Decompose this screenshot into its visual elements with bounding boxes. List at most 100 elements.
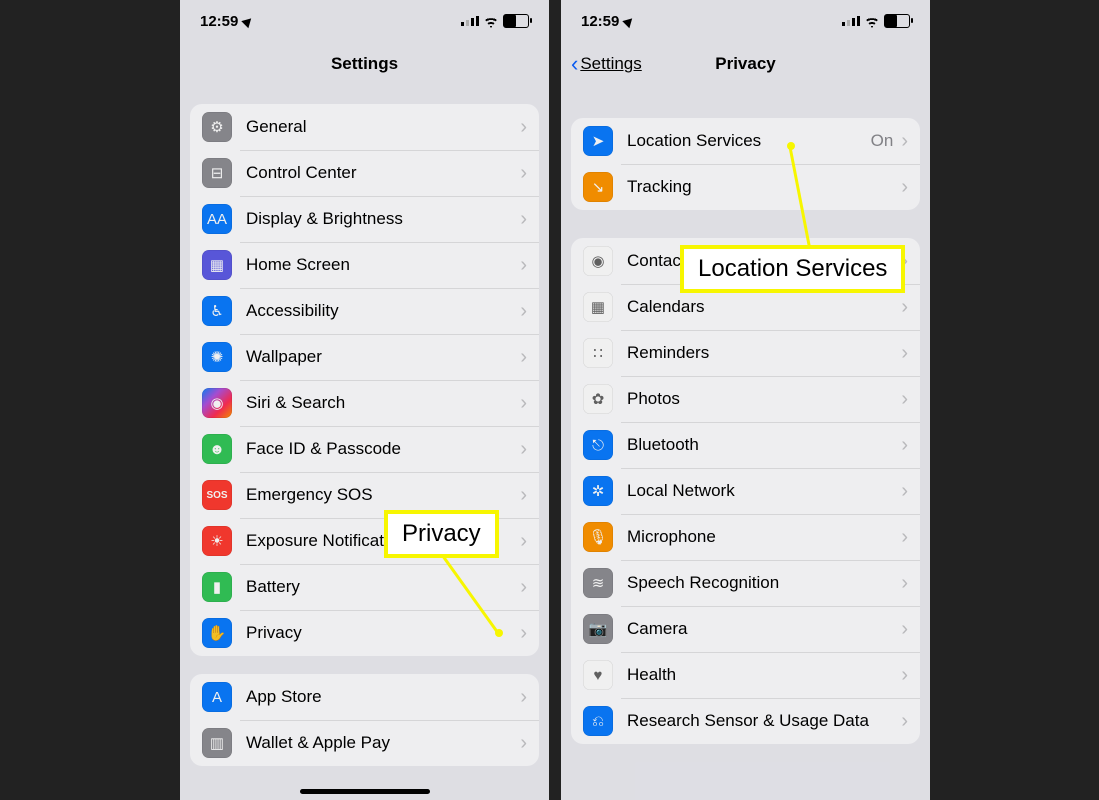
settings-row[interactable]: ♿︎ Accessibility› xyxy=(190,288,539,334)
status-time: 12:59 xyxy=(200,13,238,30)
contacts-icon: ◉ xyxy=(583,246,613,276)
app-store-icon: A xyxy=(202,682,232,712)
cellular-icon xyxy=(461,16,479,26)
battery-icon: ▮ xyxy=(202,572,232,602)
settings-row[interactable]: ➤Location ServicesOn› xyxy=(571,118,920,164)
chevron-right-icon: › xyxy=(520,162,527,185)
row-label: Wallpaper xyxy=(246,347,520,367)
row-label: Home Screen xyxy=(246,255,520,275)
settings-row[interactable]: ⚙︎General› xyxy=(190,104,539,150)
tracking-icon: ↘︎ xyxy=(583,172,613,202)
chevron-right-icon: › xyxy=(520,254,527,277)
control-center-icon: ⊟ xyxy=(202,158,232,188)
reminders-icon: ∷ xyxy=(583,338,613,368)
chevron-right-icon: › xyxy=(901,618,908,641)
settings-row[interactable]: ⎌ Research Sensor & Usage Data› xyxy=(571,698,920,744)
row-label: Reminders xyxy=(627,343,901,363)
chevron-right-icon: › xyxy=(520,484,527,507)
row-label: Research Sensor & Usage Data xyxy=(627,711,901,731)
microphone-icon: 🎙 xyxy=(583,522,613,552)
photos-icon: ✿ xyxy=(583,384,613,414)
row-label: Bluetooth xyxy=(627,435,901,455)
chevron-right-icon: › xyxy=(901,296,908,319)
location-indicator-icon xyxy=(623,14,636,27)
row-label: Accessibility xyxy=(246,301,520,321)
settings-row[interactable]: ☻Face ID & Passcode› xyxy=(190,426,539,472)
settings-row[interactable]: ✿Photos› xyxy=(571,376,920,422)
bluetooth-icon: ⎋ xyxy=(583,430,613,460)
settings-row[interactable]: ◉ Siri & Search› xyxy=(190,380,539,426)
settings-row[interactable]: ▥Wallet & Apple Pay› xyxy=(190,720,539,766)
settings-row[interactable]: ▦Home Screen› xyxy=(190,242,539,288)
settings-row[interactable]: ⊟Control Center› xyxy=(190,150,539,196)
chevron-right-icon: › xyxy=(901,388,908,411)
chevron-right-icon: › xyxy=(520,622,527,645)
settings-row[interactable]: 📷 Camera› xyxy=(571,606,920,652)
privacy-icon: ✋ xyxy=(202,618,232,648)
settings-row[interactable]: ♥︎Health› xyxy=(571,652,920,698)
battery-icon xyxy=(503,14,529,28)
speech-recognition-icon: ≋ xyxy=(583,568,613,598)
phone-settings: 12:59 Settings ⚙︎General›⊟Control Center… xyxy=(180,0,549,800)
chevron-right-icon: › xyxy=(520,116,527,139)
row-label: Display & Brightness xyxy=(246,209,520,229)
annotation-privacy: Privacy xyxy=(384,510,499,558)
back-button[interactable]: ‹ Settings xyxy=(571,53,642,75)
annotation-dot xyxy=(787,142,795,150)
camera-icon: 📷 xyxy=(583,614,613,644)
status-bar: 12:59 xyxy=(561,0,930,42)
chevron-right-icon: › xyxy=(901,176,908,199)
chevron-right-icon: › xyxy=(901,572,908,595)
chevron-right-icon: › xyxy=(901,710,908,733)
settings-row[interactable]: ⎋ Bluetooth› xyxy=(571,422,920,468)
row-label: Battery xyxy=(246,577,520,597)
settings-group-1: ⚙︎General›⊟Control Center› AA Display & Br… xyxy=(190,104,539,656)
chevron-right-icon: › xyxy=(520,392,527,415)
back-label: Settings xyxy=(580,54,641,74)
page-title: Privacy xyxy=(715,54,776,74)
home-indicator[interactable] xyxy=(300,789,430,794)
battery-icon xyxy=(884,14,910,28)
status-time: 12:59 xyxy=(581,13,619,30)
settings-row[interactable]: 🎙Microphone› xyxy=(571,514,920,560)
row-label: App Store xyxy=(246,687,520,707)
research-sensor-usage-data-icon: ⎌ xyxy=(583,706,613,736)
nav-bar: ‹ Settings Privacy xyxy=(561,42,930,86)
settings-row[interactable]: ✺ Wallpaper› xyxy=(190,334,539,380)
general-icon: ⚙︎ xyxy=(202,112,232,142)
cellular-icon xyxy=(842,16,860,26)
accessibility-icon: ♿︎ xyxy=(202,296,232,326)
row-label: Tracking xyxy=(627,177,901,197)
wallet-apple-pay-icon: ▥ xyxy=(202,728,232,758)
row-label: Wallet & Apple Pay xyxy=(246,733,520,753)
chevron-right-icon: › xyxy=(520,300,527,323)
settings-row[interactable]: AApp Store› xyxy=(190,674,539,720)
page-title: Settings xyxy=(331,54,398,74)
settings-row[interactable]: ✲Local Network› xyxy=(571,468,920,514)
row-label: Camera xyxy=(627,619,901,639)
settings-row[interactable]: ▮ Battery› xyxy=(190,564,539,610)
wallpaper-icon: ✺ xyxy=(202,342,232,372)
chevron-right-icon: › xyxy=(520,438,527,461)
chevron-right-icon: › xyxy=(520,208,527,231)
settings-row[interactable]: ↘︎ Tracking› xyxy=(571,164,920,210)
chevron-right-icon: › xyxy=(901,434,908,457)
chevron-right-icon: › xyxy=(901,130,908,153)
chevron-right-icon: › xyxy=(520,346,527,369)
settings-row[interactable]: ∷ Reminders› xyxy=(571,330,920,376)
row-label: Privacy xyxy=(246,623,520,643)
row-label: Emergency SOS xyxy=(246,485,520,505)
chevron-right-icon: › xyxy=(901,342,908,365)
wifi-icon xyxy=(865,14,879,28)
exposure-notifications-icon: ☀︎ xyxy=(202,526,232,556)
chevron-right-icon: › xyxy=(901,664,908,687)
row-label: Siri & Search xyxy=(246,393,520,413)
display-brightness-icon: AA xyxy=(202,204,232,234)
chevron-right-icon: › xyxy=(520,576,527,599)
siri-search-icon: ◉ xyxy=(202,388,232,418)
settings-row[interactable]: ≋Speech Recognition› xyxy=(571,560,920,606)
settings-row[interactable]: ✋ Privacy› xyxy=(190,610,539,656)
settings-row[interactable]: AA Display & Brightness› xyxy=(190,196,539,242)
annotation-dot xyxy=(495,629,503,637)
settings-group-2: AApp Store›▥Wallet & Apple Pay› xyxy=(190,674,539,766)
